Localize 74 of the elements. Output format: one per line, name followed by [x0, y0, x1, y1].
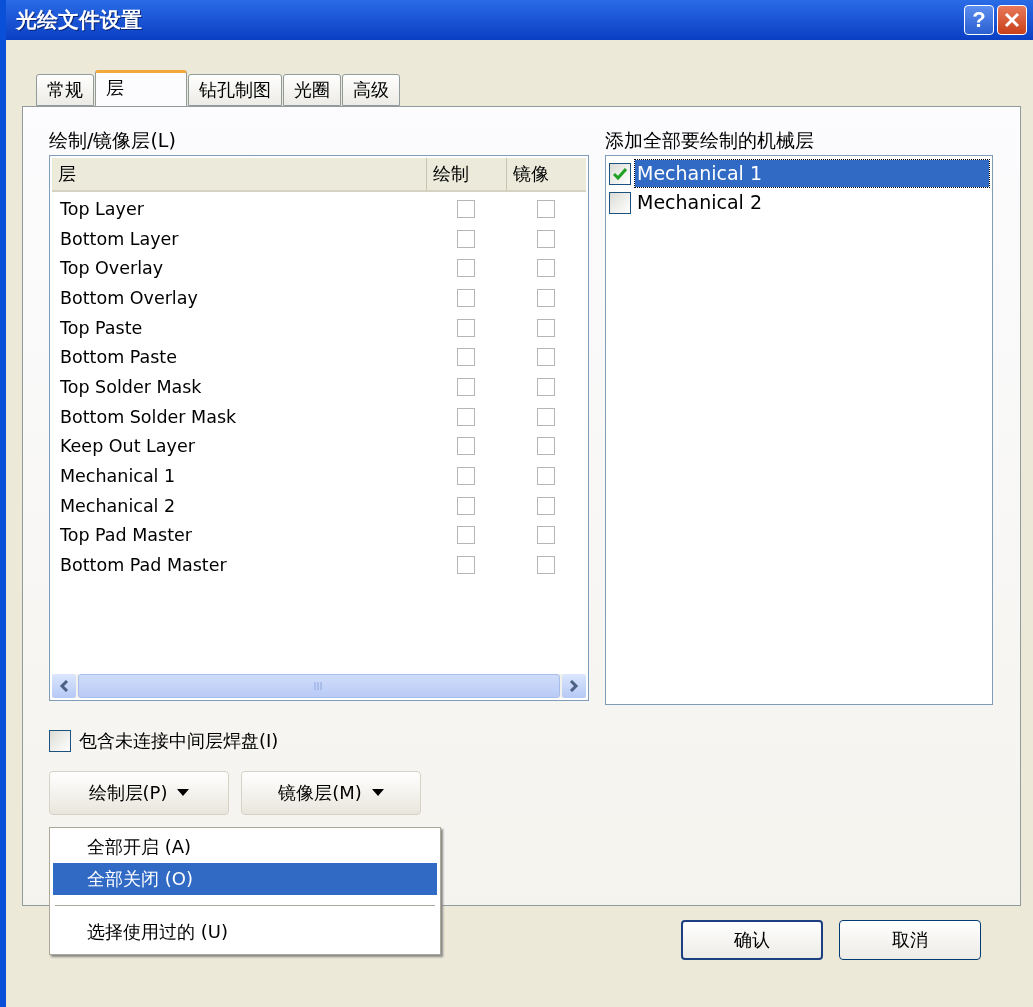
tab[interactable]: 层: [95, 70, 187, 107]
layer-name: Top Pad Master: [59, 525, 194, 546]
plot-checkbox[interactable]: [457, 377, 475, 396]
mirror-checkbox[interactable]: [537, 467, 555, 486]
layer-name: Bottom Paste: [59, 347, 178, 368]
close-icon: [1003, 11, 1021, 29]
group-label: 添加全部要绘制的机械层: [605, 128, 815, 153]
plot-checkbox[interactable]: [457, 348, 475, 367]
plot-checkbox[interactable]: [457, 496, 475, 515]
dropdown-button[interactable]: 镜像层(M): [241, 771, 421, 815]
layer-name: Bottom Pad Master: [59, 555, 228, 576]
mirror-checkbox[interactable]: [537, 259, 555, 278]
mirror-checkbox[interactable]: [537, 496, 555, 515]
checkbox[interactable]: [609, 162, 631, 185]
layer-name: Mechanical 2: [59, 495, 177, 516]
layer-name: Top Layer: [59, 198, 145, 219]
plot-checkbox[interactable]: [457, 318, 475, 337]
mirror-checkbox[interactable]: [537, 348, 555, 367]
layer-name: Bottom Solder Mask: [59, 406, 238, 427]
plot-checkbox[interactable]: [457, 199, 475, 218]
plot-checkbox[interactable]: [457, 407, 475, 426]
plot-checkbox[interactable]: [457, 288, 475, 307]
layer-name: Bottom Overlay: [59, 287, 199, 308]
caret-icon: [177, 789, 190, 797]
plot-checkbox[interactable]: [457, 259, 475, 278]
mirror-checkbox[interactable]: [537, 199, 555, 218]
help-button[interactable]: ?: [964, 5, 994, 35]
mirror-checkbox[interactable]: [537, 437, 555, 456]
plot-checkbox[interactable]: [457, 437, 475, 456]
column-header[interactable]: 层: [52, 158, 426, 190]
column-header[interactable]: 镜像: [506, 158, 586, 190]
mirror-checkbox[interactable]: [537, 318, 555, 337]
menu-item[interactable]: 选择使用过的 (U): [53, 916, 437, 948]
group-label: 绘制/镜像层(L): [49, 128, 177, 153]
column-header[interactable]: 绘制: [426, 158, 506, 190]
layer-name: Top Overlay: [59, 258, 165, 279]
list-item[interactable]: Mechanical 1: [635, 160, 989, 187]
mirror-checkbox[interactable]: [537, 229, 555, 248]
mirror-checkbox[interactable]: [537, 556, 555, 575]
scroll-right-button[interactable]: [562, 674, 586, 698]
checkbox[interactable]: [609, 191, 631, 214]
layer-name: Bottom Layer: [59, 228, 180, 249]
menu-item[interactable]: 全部开启 (A): [53, 831, 437, 863]
list-item[interactable]: Mechanical 2: [635, 189, 989, 216]
caret-icon: [371, 789, 384, 797]
grip-icon: [314, 681, 324, 691]
menu-item[interactable]: 全部关闭 (O): [53, 863, 437, 895]
layer-name: Top Solder Mask: [59, 376, 203, 397]
ok-button[interactable]: 确认: [681, 920, 823, 960]
cancel-button[interactable]: 取消: [839, 920, 981, 960]
mirror-checkbox[interactable]: [537, 288, 555, 307]
tab[interactable]: 常规: [36, 74, 94, 106]
mirror-checkbox[interactable]: [537, 407, 555, 426]
mirror-checkbox[interactable]: [537, 377, 555, 396]
scroll-left-button[interactable]: [52, 674, 76, 698]
plot-checkbox[interactable]: [457, 229, 475, 248]
checkbox-label: 包含未连接中间层焊盘(I): [79, 729, 279, 753]
plot-checkbox[interactable]: [457, 526, 475, 545]
plot-checkbox[interactable]: [457, 467, 475, 486]
dropdown-button[interactable]: 绘制层(P): [49, 771, 229, 815]
close-button[interactable]: [997, 5, 1027, 35]
checkbox[interactable]: [49, 730, 71, 752]
check-icon: [613, 167, 627, 180]
plot-checkbox[interactable]: [457, 556, 475, 575]
chevron-right-icon: [569, 680, 579, 692]
layer-name: Mechanical 1: [59, 466, 177, 487]
window-title: 光绘文件设置: [16, 7, 143, 34]
layer-name: Top Paste: [59, 317, 144, 338]
tab[interactable]: 光圈: [283, 74, 341, 106]
tab[interactable]: 钻孔制图: [188, 74, 282, 106]
layer-name: Keep Out Layer: [59, 436, 196, 457]
chevron-left-icon: [59, 680, 69, 692]
mirror-checkbox[interactable]: [537, 526, 555, 545]
tab[interactable]: 高级: [342, 74, 400, 106]
